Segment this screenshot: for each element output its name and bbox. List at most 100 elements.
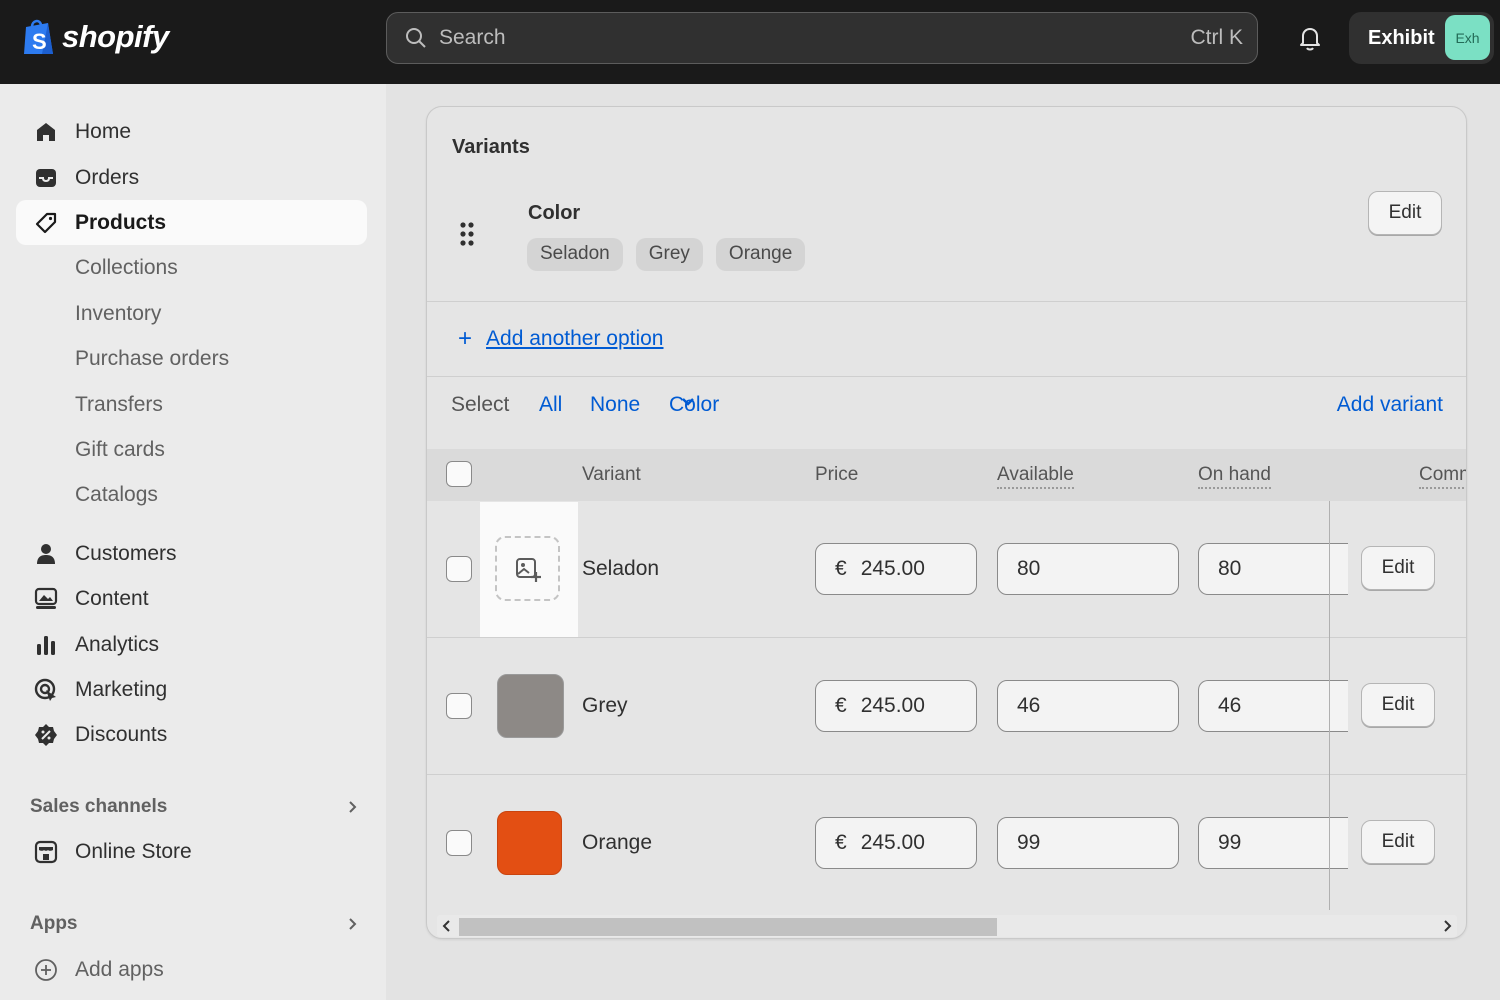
edit-variant-button[interactable]: Edit [1361,546,1435,590]
select-label: Select [451,393,510,416]
select-none-link[interactable]: None [590,393,640,417]
sidebar-item-transfers[interactable]: Transfers [16,382,367,427]
edit-option-button[interactable]: Edit [1368,191,1442,235]
avatar: Exh [1445,15,1490,60]
content-icon [34,587,58,609]
sidebar-item-catalogs[interactable]: Catalogs [16,472,367,517]
add-variant-link[interactable]: Add variant [1337,393,1443,417]
price-value: 245.00 [860,831,925,854]
variants-card: Variants Color Seladon Grey Orange Edit … [426,106,1467,939]
search-bar[interactable]: Search Ctrl K [386,12,1258,64]
apps-header[interactable]: Apps [30,913,360,935]
sidebar-item-collections[interactable]: Collections [16,245,367,290]
on-hand-value: 46 [1218,694,1242,717]
sidebar-item-label: Analytics [75,632,160,656]
option-name: Color [528,202,581,224]
price-input[interactable]: € 245.00 [815,817,977,869]
search-icon [406,28,426,48]
option-value-chip: Orange [715,238,806,271]
table-row: Grey € 245.00 46 46 Edit [427,638,1466,775]
sidebar-item-label: Online Store [75,839,192,863]
sidebar-item-label: Home [75,119,132,143]
sidebar-item-analytics[interactable]: Analytics [16,622,367,667]
sidebar-item-add-apps[interactable]: Add apps [16,947,367,992]
shopify-logo[interactable]: S shopify [22,18,169,56]
available-input[interactable]: 46 [997,680,1179,732]
on-hand-value: 80 [1218,557,1242,580]
available-input[interactable]: 80 [997,543,1179,595]
row-checkbox[interactable] [446,556,472,582]
option-value-chip: Grey [635,238,703,271]
horizontal-scrollbar[interactable] [437,915,1457,937]
plus-circle-icon [35,959,57,981]
variant-name: Orange [582,831,653,854]
column-header-on-hand[interactable]: On hand [1198,464,1271,489]
scroll-right-icon[interactable] [1441,919,1453,933]
variant-name: Seladon [582,557,660,580]
sidebar-item-label: Purchase orders [75,346,230,370]
home-icon [37,123,55,141]
variant-color-swatch[interactable] [497,674,564,738]
plus-icon: + [458,325,473,352]
sidebar-item-inventory[interactable]: Inventory [16,291,367,336]
tag-icon [35,212,57,234]
edit-variant-button[interactable]: Edit [1361,683,1435,727]
select-all-checkbox[interactable] [446,461,472,487]
sidebar-item-orders[interactable]: Orders [16,155,367,200]
row-checkbox[interactable] [446,830,472,856]
sidebar-item-customers[interactable]: Customers [16,531,367,576]
sales-channels-header[interactable]: Sales channels [30,796,360,818]
available-value: 80 [1017,557,1041,580]
sidebar-item-label: Catalogs [75,482,158,506]
sidebar-item-purchase-orders[interactable]: Purchase orders [16,336,367,381]
sidebar-item-label: Gift cards [75,437,165,461]
bell-icon[interactable] [1296,24,1324,52]
scrollbar-thumb[interactable] [459,918,997,936]
card-title: Variants [452,136,530,158]
variant-name: Grey [582,694,628,717]
store-menu-button[interactable]: Exhibit Exh [1349,12,1494,64]
sidebar-item-label: Marketing [75,677,168,701]
shopify-bag-icon: S [24,19,53,54]
edit-variant-button[interactable]: Edit [1361,820,1435,864]
chevron-right-icon [349,801,357,813]
add-another-option-link[interactable]: + Add another option [458,325,664,353]
discount-badge-icon [35,724,57,746]
available-value: 46 [1017,694,1041,717]
variant-color-swatch[interactable] [497,811,562,875]
sidebar: Home Orders Products Collections Invento… [0,84,386,1000]
sticky-column-divider [1329,501,1330,910]
inbox-icon [36,169,56,187]
section-header-label: Apps [30,913,78,934]
bar-chart-icon [37,636,55,655]
sidebar-item-home[interactable]: Home [16,109,367,154]
section-header-label: Sales channels [30,796,168,817]
on-hand-input[interactable]: 99 [1198,817,1348,869]
on-hand-input[interactable]: 80 [1198,543,1348,595]
sidebar-item-label: Inventory [75,301,162,325]
available-input[interactable]: 99 [997,817,1179,869]
price-value: 245.00 [860,557,925,580]
sidebar-item-content[interactable]: Content [16,576,367,621]
column-header-committed[interactable]: Comm [1419,464,1466,489]
chevron-right-icon [349,918,357,930]
scroll-left-icon[interactable] [441,919,453,933]
price-input[interactable]: € 245.00 [815,543,977,595]
column-header-available[interactable]: Available [997,464,1074,489]
sidebar-item-online-store[interactable]: Online Store [16,829,367,874]
on-hand-input[interactable]: 46 [1198,680,1348,732]
sidebar-item-products[interactable]: Products [16,200,367,245]
price-input[interactable]: € 245.00 [815,680,977,732]
sidebar-item-marketing[interactable]: Marketing [16,667,367,712]
sidebar-item-label: Customers [75,541,177,565]
divider [427,301,1466,302]
option-values: Seladon Grey Orange [527,238,806,271]
sidebar-item-discounts[interactable]: Discounts [16,712,367,757]
row-checkbox[interactable] [446,693,472,719]
sidebar-item-gift-cards[interactable]: Gift cards [16,427,367,472]
option-value-chip: Seladon [527,238,623,271]
select-all-link[interactable]: All [539,393,562,417]
drag-handle-icon[interactable] [457,221,477,247]
search-shortcut: Ctrl K [1190,26,1244,49]
select-color-dropdown[interactable]: Color [669,393,719,416]
